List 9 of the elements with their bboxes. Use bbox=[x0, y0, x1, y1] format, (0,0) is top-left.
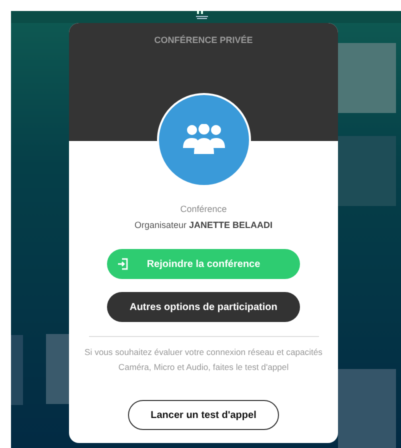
organizer-text: Organisateur JANETTE BELAADI bbox=[134, 220, 273, 230]
call-test-button[interactable]: Lancer un test d'appel bbox=[128, 400, 279, 430]
options-button[interactable]: Autres options de participation bbox=[107, 292, 300, 322]
call-test-hint: Si vous souhaitez évaluer votre connexion réseau et capacités Caméra, Micro et Audio, faites le test d'appel bbox=[84, 346, 324, 374]
logo-icon bbox=[194, 11, 210, 20]
enter-icon bbox=[117, 258, 129, 270]
group-icon bbox=[182, 124, 226, 156]
dialog-title: CONFÉRENCE PRIVÉE bbox=[154, 35, 253, 47]
conference-label: Conférence bbox=[180, 204, 227, 214]
